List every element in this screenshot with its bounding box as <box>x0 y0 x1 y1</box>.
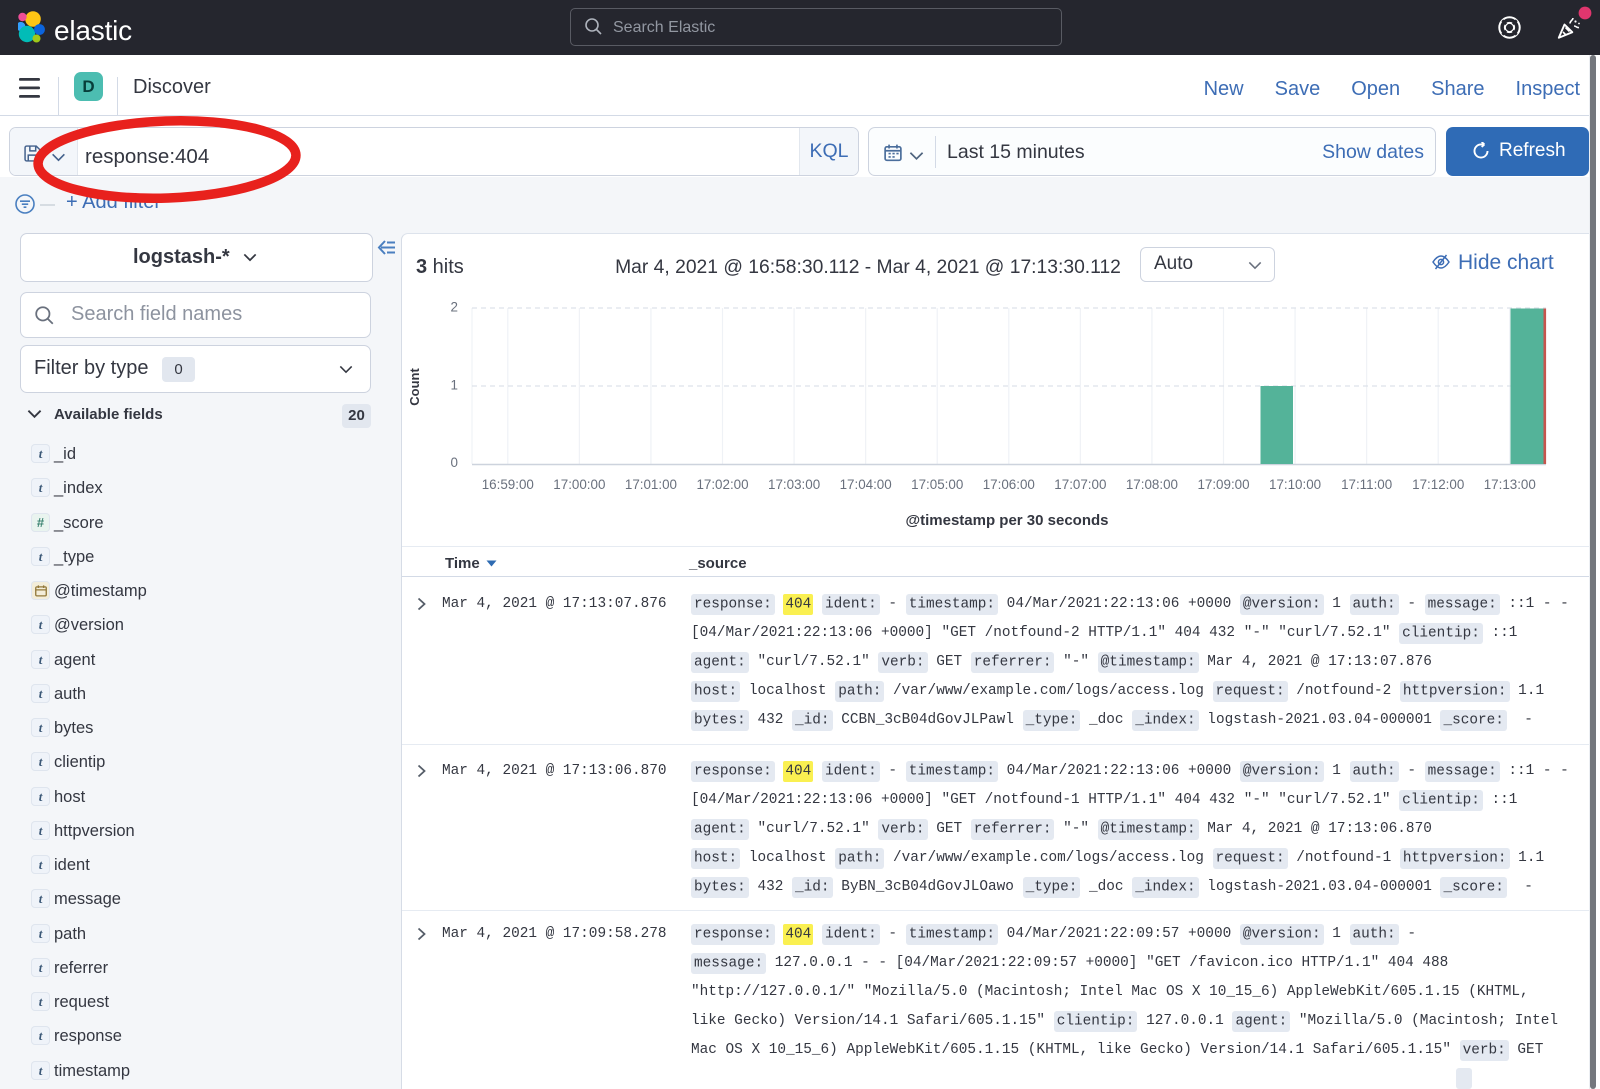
svg-text:Count: Count <box>407 368 422 406</box>
svg-text:17:05:00: 17:05:00 <box>911 477 963 492</box>
svg-text:0: 0 <box>451 455 458 470</box>
svg-text:17:10:00: 17:10:00 <box>1269 477 1321 492</box>
svg-text:16:59:00: 16:59:00 <box>482 477 534 492</box>
svg-text:17:06:00: 17:06:00 <box>983 477 1035 492</box>
svg-text:17:12:00: 17:12:00 <box>1412 477 1464 492</box>
svg-text:17:03:00: 17:03:00 <box>768 477 820 492</box>
svg-text:17:04:00: 17:04:00 <box>840 477 892 492</box>
svg-text:17:00:00: 17:00:00 <box>553 477 605 492</box>
svg-text:17:11:00: 17:11:00 <box>1341 477 1392 492</box>
svg-text:@timestamp per 30 seconds: @timestamp per 30 seconds <box>905 512 1108 529</box>
svg-text:17:13:00: 17:13:00 <box>1484 477 1536 492</box>
svg-text:17:02:00: 17:02:00 <box>696 477 748 492</box>
svg-text:17:09:00: 17:09:00 <box>1197 477 1249 492</box>
svg-text:2: 2 <box>451 300 458 315</box>
svg-text:1: 1 <box>451 378 458 393</box>
svg-text:17:01:00: 17:01:00 <box>625 477 677 492</box>
svg-text:17:08:00: 17:08:00 <box>1126 477 1178 492</box>
svg-text:17:07:00: 17:07:00 <box>1054 477 1106 492</box>
